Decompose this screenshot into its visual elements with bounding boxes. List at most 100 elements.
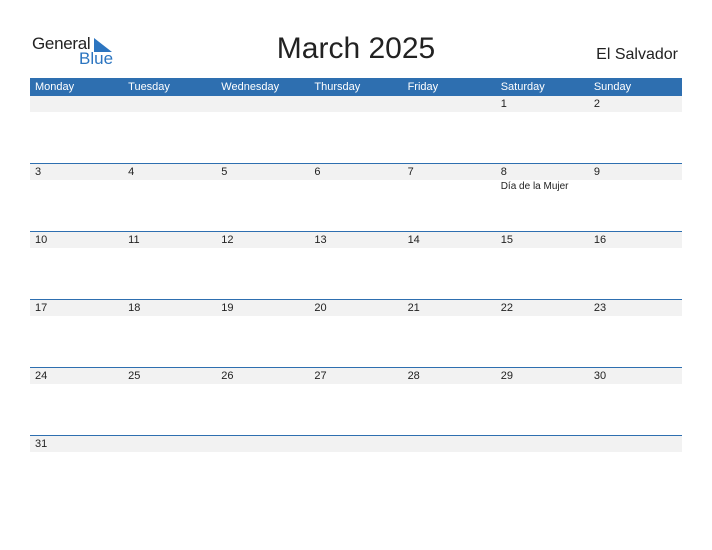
weekday-label: Sunday xyxy=(593,81,632,93)
day-cell: 29 xyxy=(496,368,589,384)
day-cell: 21 xyxy=(403,300,496,316)
week-row: 17 18 19 20 21 22 23 xyxy=(30,299,682,367)
day-cell: 2 xyxy=(589,96,682,112)
day-cell: 24 xyxy=(30,368,123,384)
day-number: 6 xyxy=(314,166,321,178)
day-number xyxy=(128,436,216,452)
week-cells: 3 4 5 6 7 8 Día de la Mujer 9 xyxy=(30,164,682,192)
weekday-label: Friday xyxy=(407,81,439,93)
day-number: 22 xyxy=(500,302,513,314)
day-cell: 3 xyxy=(30,164,123,192)
day-number: 8 xyxy=(500,166,507,178)
day-cell: 16 xyxy=(589,232,682,248)
day-number: 19 xyxy=(221,302,234,314)
day-number: 24 xyxy=(35,370,48,382)
day-cell xyxy=(123,96,216,112)
day-cell: 6 xyxy=(309,164,402,192)
day-cell xyxy=(216,436,309,452)
day-cell: 8 Día de la Mujer xyxy=(496,164,589,192)
day-number: 10 xyxy=(35,234,48,246)
day-number: 1 xyxy=(500,98,507,110)
day-cell xyxy=(403,96,496,112)
day-cell: 23 xyxy=(589,300,682,316)
holiday-label: Día de la Mujer xyxy=(500,181,569,192)
week-cells: 12 xyxy=(30,96,682,112)
day-cell xyxy=(30,96,123,112)
day-cell: 31 xyxy=(30,436,123,452)
week-cells: 24 25 26 27 28 29 30 xyxy=(30,368,682,384)
day-cell: 30 xyxy=(589,368,682,384)
day-cell: 17 xyxy=(30,300,123,316)
day-number xyxy=(501,436,589,452)
day-cell: 18 xyxy=(123,300,216,316)
day-cell: 20 xyxy=(309,300,402,316)
day-number xyxy=(128,96,216,112)
day-cell: 11 xyxy=(123,232,216,248)
day-cell: 1 xyxy=(496,96,589,112)
day-cell: 5 xyxy=(216,164,309,192)
day-number: 17 xyxy=(35,302,48,314)
day-cell xyxy=(309,436,402,452)
day-number: 26 xyxy=(221,370,234,382)
day-number: 30 xyxy=(593,370,607,382)
week-row: 12 xyxy=(30,96,682,163)
day-number: 2 xyxy=(593,98,600,110)
day-number xyxy=(408,96,496,112)
weekday-label: Tuesday xyxy=(128,81,170,93)
day-cell: 19 xyxy=(216,300,309,316)
calendar-grid: Monday Tuesday Wednesday Thursday Friday… xyxy=(30,78,682,503)
day-number: 13 xyxy=(314,234,327,246)
day-cell: 22 xyxy=(496,300,589,316)
weekday-header: Monday Tuesday Wednesday Thursday Friday… xyxy=(30,78,682,96)
day-number: 29 xyxy=(500,370,513,382)
week-cells: 10 11 12 13 14 15 16 xyxy=(30,232,682,248)
week-row: 31 xyxy=(30,435,682,503)
day-number xyxy=(314,96,402,112)
day-cell xyxy=(403,436,496,452)
day-cell: 13 xyxy=(309,232,402,248)
day-number: 15 xyxy=(500,234,513,246)
day-cell xyxy=(589,436,682,452)
day-cell: 15 xyxy=(496,232,589,248)
day-cell: 10 xyxy=(30,232,123,248)
weekday-label: Saturday xyxy=(500,81,545,93)
day-cell: 27 xyxy=(309,368,402,384)
day-cell: 14 xyxy=(403,232,496,248)
day-cell: 12 xyxy=(216,232,309,248)
day-number: 31 xyxy=(35,438,48,450)
weekday-label: Monday xyxy=(35,81,75,93)
weekday-label: Thursday xyxy=(314,81,361,93)
day-number: 12 xyxy=(221,234,234,246)
day-cell: 25 xyxy=(123,368,216,384)
day-number xyxy=(594,436,682,452)
weekday-label: Wednesday xyxy=(221,81,280,93)
day-number: 20 xyxy=(314,302,327,314)
day-number: 14 xyxy=(407,234,420,246)
day-number: 23 xyxy=(593,302,607,314)
week-row: 10 11 12 13 14 15 16 xyxy=(30,231,682,299)
day-cell xyxy=(216,96,309,112)
day-number xyxy=(408,436,496,452)
weeks-container: 1 2 3 4 5 6 7 8 Día de la Mujer 9 10 11 12 13 14 15 16 17… xyxy=(30,96,682,503)
week-cells: 17 18 19 20 21 22 23 xyxy=(30,300,682,316)
day-number xyxy=(221,436,309,452)
day-number: 3 xyxy=(35,166,42,178)
day-number: 25 xyxy=(128,370,141,382)
day-cell: 9 xyxy=(589,164,682,192)
week-row: 3 4 5 6 7 8 Día de la Mujer 9 xyxy=(30,163,682,231)
day-cell xyxy=(496,436,589,452)
day-number: 27 xyxy=(314,370,327,382)
day-cell: 7 xyxy=(403,164,496,192)
day-cell xyxy=(309,96,402,112)
week-cells: 31 xyxy=(30,436,682,452)
day-number: 28 xyxy=(407,370,420,382)
day-number: 9 xyxy=(593,166,600,178)
day-number: 21 xyxy=(407,302,420,314)
day-number: 11 xyxy=(128,234,140,246)
day-cell: 4 xyxy=(123,164,216,192)
day-cell: 26 xyxy=(216,368,309,384)
country-label: El Salvador xyxy=(596,46,678,63)
day-number xyxy=(35,96,123,112)
day-number xyxy=(314,436,402,452)
day-number: 7 xyxy=(407,166,414,178)
